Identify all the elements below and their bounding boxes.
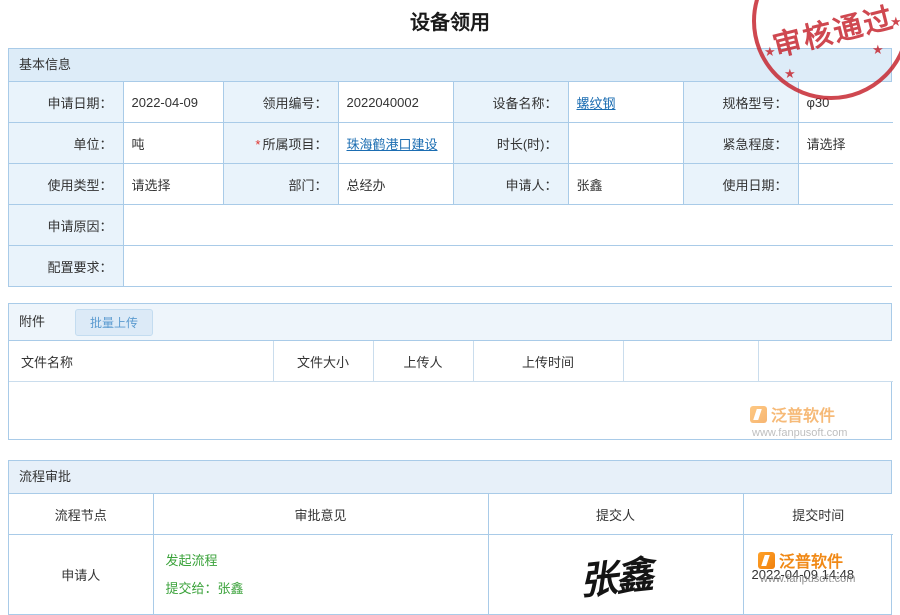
basic-info-table: 申请日期： 2022-04-09 领用编号： 2022040002 设备名称： … [9,82,893,286]
approval-header: 流程审批 [9,461,891,494]
usage-type-label: 使用类型： [9,164,123,205]
project-label-text: 所属项目： [262,137,327,152]
attachments-header: 附件 [19,304,45,340]
unit-field[interactable]: 吨 [123,123,223,164]
attachments-col-uploadtime: 上传时间 [473,341,623,382]
approval-col-submitter: 提交人 [488,494,743,535]
config-req-label: 配置要求： [9,246,123,287]
apply-date-label: 申请日期： [9,82,123,123]
basic-row-1: 申请日期： 2022-04-09 领用编号： 2022040002 设备名称： … [9,82,893,123]
approval-submit-time: 2022-04-09 14:48 [743,535,893,615]
urgency-select[interactable]: 请选择 [798,123,893,164]
project-label: *所属项目： [223,123,338,164]
required-mark: * [255,137,260,152]
project-link[interactable]: 珠海鹤港口建设 [347,137,438,152]
apply-date-field[interactable]: 2022-04-09 [123,82,223,123]
attachments-col-uploader: 上传人 [373,341,473,382]
urgency-label: 紧急程度： [683,123,798,164]
attachments-header-row: 文件名称 文件大小 上传人 上传时间 [9,341,893,382]
attachments-col-filename: 文件名称 [9,341,273,382]
attachments-col-filesize: 文件大小 [273,341,373,382]
approval-header-row: 流程节点 审批意见 提交人 提交时间 [9,494,893,535]
basic-row-3: 使用类型： 请选择 部门： 总经办 申请人： 张鑫 使用日期： [9,164,893,205]
duration-field[interactable] [568,123,683,164]
device-name-link[interactable]: 螺纹钢 [577,96,616,111]
basic-row-5: 配置要求： [9,246,893,287]
applicant-label: 申请人： [453,164,568,205]
usage-type-select[interactable]: 请选择 [123,164,223,205]
approval-section: 流程审批 流程节点 审批意见 提交人 提交时间 申请人 发起流程 提交给：张鑫 … [8,460,892,615]
approval-col-node: 流程节点 [9,494,153,535]
attachments-empty-area [9,382,891,439]
attachments-table: 文件名称 文件大小 上传人 上传时间 [9,341,893,382]
approval-node: 申请人 [9,535,153,615]
device-name-label: 设备名称： [453,82,568,123]
approval-opinion-line1: 发起流程 [166,547,480,574]
basic-info-header: 基本信息 [9,49,891,82]
page-title: 设备领用 [0,0,900,48]
config-req-field[interactable] [123,246,893,287]
attachments-col-extra1 [623,341,758,382]
device-name-cell: 螺纹钢 [568,82,683,123]
department-label: 部门： [223,164,338,205]
approval-col-time: 提交时间 [743,494,893,535]
approval-table: 流程节点 审批意见 提交人 提交时间 申请人 发起流程 提交给：张鑫 张鑫 20… [9,494,893,614]
apply-reason-label: 申请原因： [9,205,123,246]
basic-info-section: 基本信息 申请日期： 2022-04-09 领用编号： 2022040002 设… [8,48,892,287]
duration-label: 时长(时)： [453,123,568,164]
requisition-no-field[interactable]: 2022040002 [338,82,453,123]
approval-opinion-cell: 发起流程 提交给：张鑫 [153,535,488,615]
applicant-field[interactable]: 张鑫 [568,164,683,205]
basic-row-4: 申请原因： [9,205,893,246]
project-cell: 珠海鹤港口建设 [338,123,453,164]
requisition-no-label: 领用编号： [223,82,338,123]
approval-opinion-line2: 提交给：张鑫 [166,575,480,602]
approval-row: 申请人 发起流程 提交给：张鑫 张鑫 2022-04-09 14:48 [9,535,893,615]
use-date-label: 使用日期： [683,164,798,205]
unit-label: 单位： [9,123,123,164]
approval-col-opinion: 审批意见 [153,494,488,535]
attachments-section: 附件 批量上传 文件名称 文件大小 上传人 上传时间 [8,303,892,440]
basic-row-2: 单位： 吨 *所属项目： 珠海鹤港口建设 时长(时)： 紧急程度： 请选择 [9,123,893,164]
use-date-field[interactable] [798,164,893,205]
signature: 张鑫 [577,543,654,605]
spec-model-field[interactable]: φ30 [798,82,893,123]
department-field[interactable]: 总经办 [338,164,453,205]
approval-signature-cell: 张鑫 [488,535,743,615]
apply-reason-field[interactable] [123,205,893,246]
spec-model-label: 规格型号： [683,82,798,123]
batch-upload-button[interactable]: 批量上传 [75,309,153,336]
attachments-col-extra2 [758,341,893,382]
attachments-header-strip: 附件 批量上传 [9,304,891,341]
